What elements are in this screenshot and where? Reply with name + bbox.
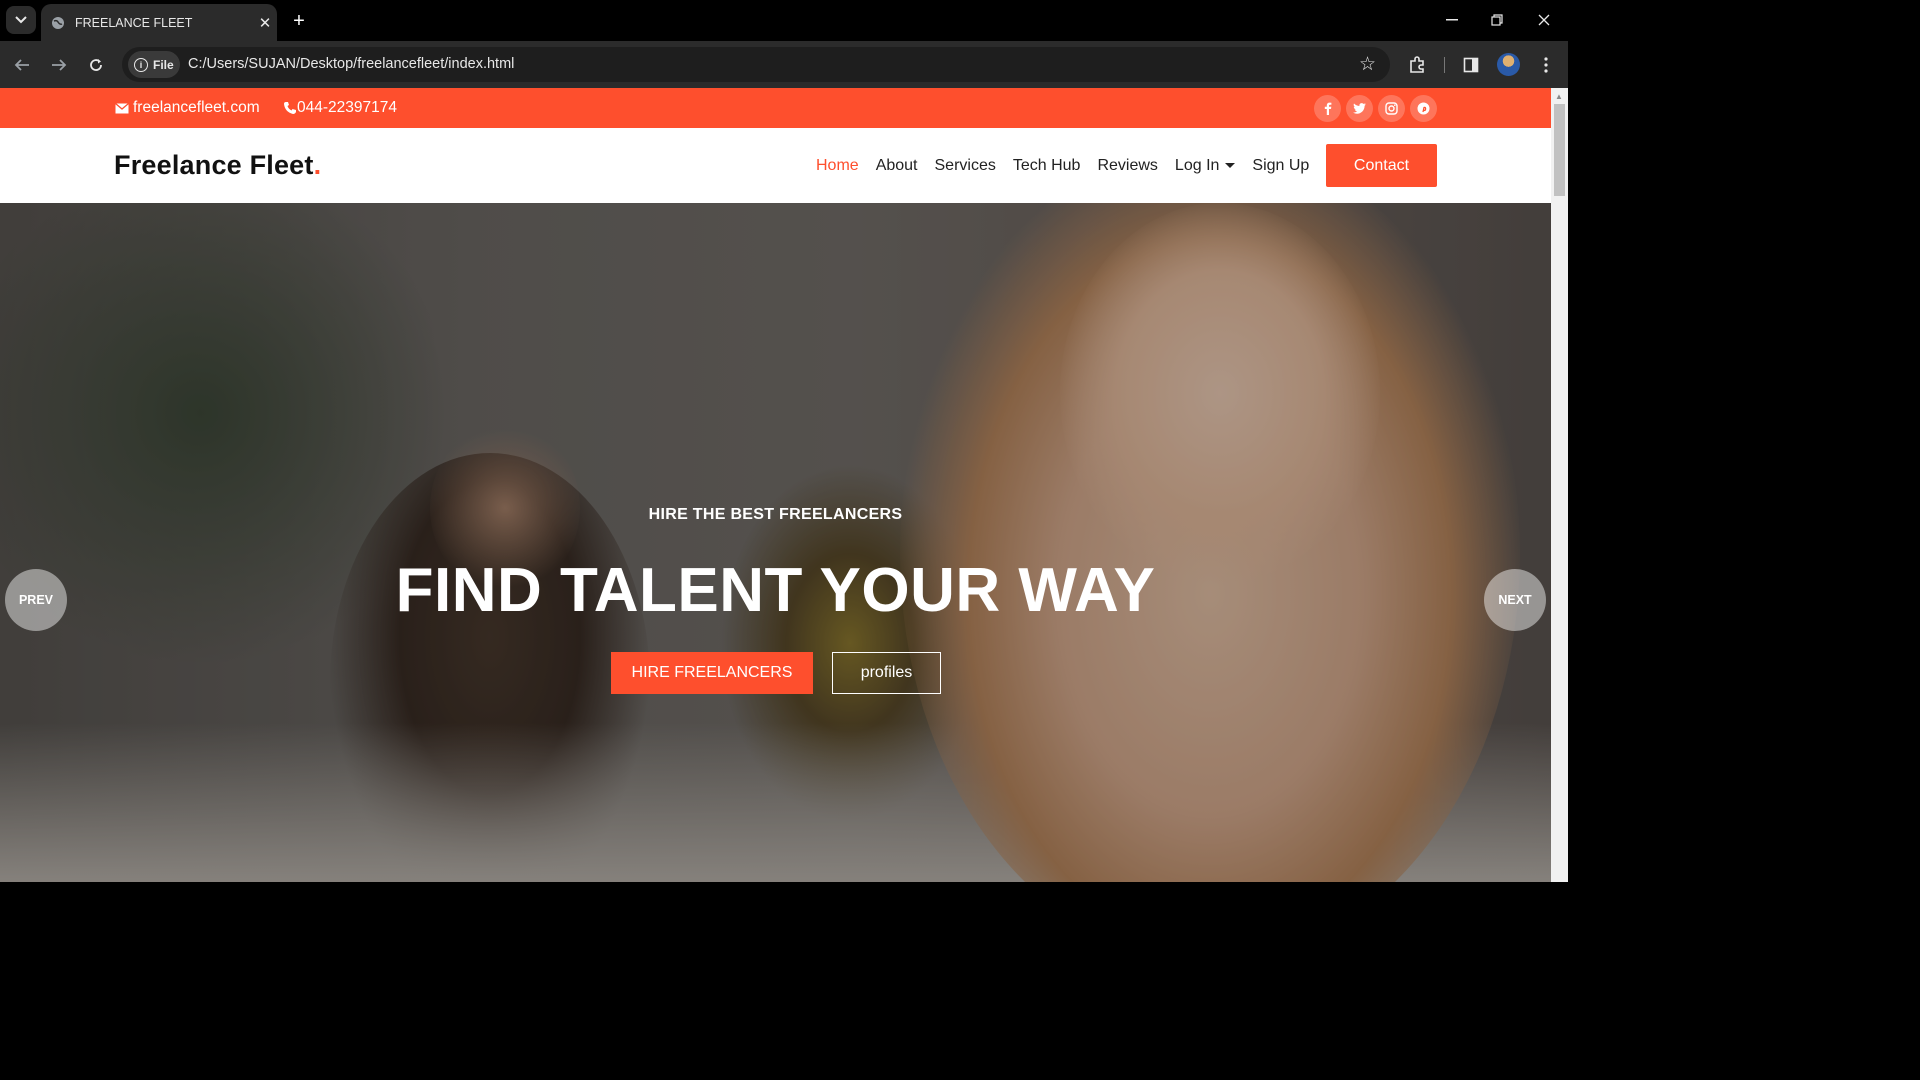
page-scrollbar[interactable]: ▲ xyxy=(1551,88,1568,882)
log-in-label: Log In xyxy=(1174,157,1220,174)
close-window-button[interactable] xyxy=(1530,8,1558,32)
tab-search-button[interactable] xyxy=(6,6,36,34)
brand-logo[interactable]: Freelance Fleet. xyxy=(114,150,321,181)
tab-close-button[interactable]: ✕ xyxy=(253,14,277,32)
more-vertical-icon xyxy=(1544,57,1548,73)
arrow-right-icon xyxy=(52,59,67,71)
carousel-next-button[interactable]: NEXT xyxy=(1484,569,1546,631)
nav-item-reviews[interactable]: Reviews xyxy=(1097,157,1157,175)
carousel-prev-button[interactable]: PREV xyxy=(5,569,67,631)
browser-tab-bar: FREELANCE FLEET ✕ + xyxy=(0,0,1568,41)
reload-button[interactable] xyxy=(82,51,110,79)
instagram-glyph xyxy=(1385,102,1398,115)
profile-avatar[interactable] xyxy=(1497,53,1520,76)
nav-menu: Home About Services Tech Hub Reviews Log… xyxy=(816,157,1326,175)
main-navbar: Freelance Fleet. Home About Services Tec… xyxy=(0,128,1551,203)
forward-button[interactable] xyxy=(45,51,73,79)
nav-item-log-in-dropdown[interactable]: Log In xyxy=(1174,157,1236,175)
restore-button[interactable] xyxy=(1483,8,1511,32)
browser-toolbar: i File C:/Users/SUJAN/Desktop/freelancef… xyxy=(0,41,1568,88)
email-text: freelancefleet.com xyxy=(133,99,260,116)
side-panel-icon xyxy=(1463,57,1479,73)
puzzle-icon xyxy=(1410,56,1424,73)
contact-topbar: freelancefleet.com 044-22397174 xyxy=(0,88,1551,128)
pinterest-glyph xyxy=(1417,102,1430,115)
minimize-button[interactable] xyxy=(1438,8,1466,32)
minimize-icon xyxy=(1446,19,1458,21)
hero-title: FIND TALENT YOUR WAY xyxy=(395,556,1156,625)
contact-button[interactable]: Contact xyxy=(1326,144,1437,187)
nav-item-home[interactable]: Home xyxy=(816,157,859,175)
bookmark-star-icon[interactable]: ☆ xyxy=(1359,53,1376,76)
twitter-glyph xyxy=(1353,103,1366,114)
phone-icon xyxy=(284,102,296,114)
file-label: File xyxy=(153,57,174,72)
nav-item-services[interactable]: Services xyxy=(935,157,996,175)
address-bar[interactable]: i File C:/Users/SUJAN/Desktop/freelancef… xyxy=(122,47,1390,82)
email-link[interactable]: freelancefleet.com xyxy=(115,99,260,117)
reload-icon xyxy=(90,59,102,71)
tab-title: FREELANCE FLEET xyxy=(75,15,193,30)
hire-freelancers-button[interactable]: HIRE FREELANCERS xyxy=(611,652,813,694)
new-tab-button[interactable]: + xyxy=(286,8,312,34)
browser-menu-button[interactable] xyxy=(1532,51,1560,79)
hero-subtitle: HIRE THE BEST FREELANCERS xyxy=(648,506,903,523)
nav-item-sign-up[interactable]: Sign Up xyxy=(1252,157,1309,175)
url-text[interactable]: C:/Users/SUJAN/Desktop/freelancefleet/in… xyxy=(188,56,514,72)
nav-item-about[interactable]: About xyxy=(876,157,918,175)
facebook-icon[interactable] xyxy=(1314,95,1341,122)
extensions-button[interactable] xyxy=(1403,51,1431,79)
page-viewport: freelancefleet.com 044-22397174 Freelanc… xyxy=(0,88,1551,882)
twitter-icon[interactable] xyxy=(1346,95,1373,122)
phone-link[interactable]: 044-22397174 xyxy=(283,99,397,117)
back-button[interactable] xyxy=(8,51,36,79)
info-icon: i xyxy=(134,57,148,72)
restore-icon xyxy=(1491,14,1503,26)
instagram-icon[interactable] xyxy=(1378,95,1405,122)
facebook-glyph xyxy=(1324,102,1331,115)
browser-tab[interactable]: FREELANCE FLEET ✕ xyxy=(41,4,277,41)
toolbar-divider xyxy=(1444,57,1445,73)
phone-text: 044-22397174 xyxy=(297,99,397,116)
hero-dark-overlay xyxy=(0,203,1551,882)
pinterest-icon[interactable] xyxy=(1410,95,1437,122)
brand-name: Freelance Fleet xyxy=(114,150,314,180)
chevron-down-icon xyxy=(15,16,27,24)
nav-item-tech-hub[interactable]: Tech Hub xyxy=(1013,157,1081,175)
site-info-chip[interactable]: i File xyxy=(128,51,180,78)
side-panel-button[interactable] xyxy=(1457,51,1485,79)
hero-carousel: HIRE THE BEST FREELANCERS FIND TALENT YO… xyxy=(0,203,1551,882)
brand-dot: . xyxy=(313,150,322,180)
globe-icon xyxy=(52,16,64,29)
caret-down-icon xyxy=(1225,163,1236,169)
close-icon xyxy=(1538,14,1550,26)
scrollbar-thumb[interactable] xyxy=(1554,104,1565,196)
profiles-button[interactable]: profiles xyxy=(832,652,941,694)
envelope-icon xyxy=(115,102,129,113)
social-links xyxy=(1314,95,1437,122)
scroll-up-icon[interactable]: ▲ xyxy=(1555,92,1563,101)
arrow-left-icon xyxy=(14,59,29,71)
